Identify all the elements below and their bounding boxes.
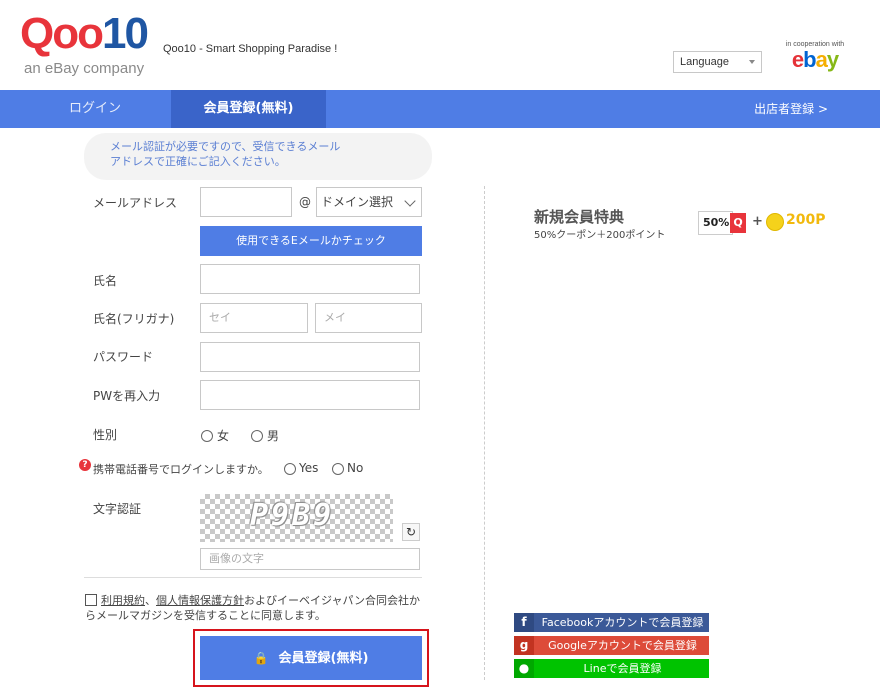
qoo10-q-icon: Q [730, 213, 746, 233]
ebay-letter-y: y [826, 47, 839, 72]
captcha-image: P9B9 [200, 494, 393, 542]
gender-female-label: 女 [217, 429, 230, 443]
plus-sign: + [752, 214, 763, 229]
ebay-logo: ebay [780, 48, 850, 72]
nav-bar: ログイン 会員登録(無料) 出店者登録 > [0, 90, 880, 128]
line-register-label: Lineで会員登録 [583, 662, 662, 675]
gender-female-radio[interactable] [201, 430, 213, 442]
agree-text: 利用規約、個人情報保護方針およびイーベイジャパン合同会社からメールマガジンを受信… [85, 593, 430, 623]
ebay-letter-b: b [803, 47, 816, 72]
help-icon[interactable]: ? [79, 459, 91, 471]
name-input[interactable] [200, 264, 420, 294]
qoo10-logo[interactable]: Qoo10 an eBay company [20, 10, 155, 80]
notice-line-1: メール認証が必要ですので、受信できるメール [110, 140, 341, 153]
domain-select-label: ドメイン選択 [321, 195, 394, 209]
column-divider [484, 186, 485, 680]
coin-icon [766, 213, 784, 231]
coupon-badge: 50% [698, 211, 734, 235]
facebook-register-label: Facebookアカウントで会員登録 [541, 616, 704, 629]
line-register-button[interactable]: ● Lineで会員登録 [514, 659, 709, 678]
register-submit-button[interactable]: 🔒 会員登録(無料) [200, 636, 422, 680]
password-confirm-label: PWを再入力 [93, 389, 161, 403]
password-confirm-input[interactable] [200, 380, 420, 410]
tab-login[interactable]: ログイン [40, 90, 150, 128]
gender-male-label: 男 [267, 429, 280, 443]
furigana-mei-input[interactable]: メイ [315, 303, 422, 333]
google-register-button[interactable]: g Googleアカウントで会員登録 [514, 636, 709, 655]
seller-register-link[interactable]: 出店者登録 > [748, 90, 828, 128]
phone-no-label: No [347, 461, 364, 475]
benefit-subtitle: 50%クーポン＋200ポイント [534, 230, 666, 241]
email-local-input[interactable] [200, 187, 292, 217]
line-icon: ● [514, 659, 534, 678]
email-notice: メール認証が必要ですので、受信できるメール アドレスで正確にご記入ください。 [84, 133, 432, 180]
google-icon: g [514, 636, 534, 655]
password-label: パスワード [93, 350, 154, 364]
domain-select[interactable]: ドメイン選択 [316, 187, 422, 217]
ebay-letter-a: a [815, 47, 828, 72]
language-select[interactable]: Language [673, 51, 762, 73]
furigana-sei-input[interactable]: セイ [200, 303, 308, 333]
phone-no-radio[interactable] [332, 463, 344, 475]
captcha-text: P9B9 [250, 498, 335, 533]
phone-yes-radio[interactable] [284, 463, 296, 475]
captcha-input[interactable]: 画像の文字 [200, 548, 420, 570]
check-email-button[interactable]: 使用できるEメールかチェック [200, 226, 422, 256]
furigana-label: 氏名(フリガナ) [93, 312, 175, 326]
gender-label: 性別 [93, 428, 118, 442]
agree-separator: 、 [145, 594, 156, 607]
language-select-label: Language [680, 56, 729, 68]
benefit-title: 新規会員特典 [534, 208, 625, 226]
points-badge: 200P [786, 212, 826, 228]
google-register-label: Googleアカウントで会員登録 [548, 639, 697, 652]
at-sign: @ [299, 195, 311, 209]
captcha-label: 文字認証 [93, 502, 142, 516]
register-submit-label: 会員登録(無料) [278, 651, 369, 666]
phone-yes-label: Yes [299, 461, 319, 475]
gender-male-radio[interactable] [251, 430, 263, 442]
email-label: メールアドレス [93, 196, 178, 210]
lock-icon: 🔒 [253, 651, 269, 665]
name-label: 氏名 [93, 274, 118, 288]
caret-down-icon [749, 60, 755, 64]
refresh-icon[interactable]: ↻ [402, 523, 420, 541]
form-divider [84, 577, 422, 578]
password-input[interactable] [200, 342, 420, 372]
logo-red-part: Qoo [20, 9, 104, 58]
logo-subtitle: an eBay company [24, 60, 145, 77]
ebay-letter-e: e [791, 47, 804, 72]
facebook-register-button[interactable]: f Facebookアカウントで会員登録 [514, 613, 709, 632]
tagline: Qoo10 - Smart Shopping Paradise ! [163, 43, 338, 55]
logo-blue-part: 10 [101, 9, 149, 58]
chevron-down-icon [404, 195, 416, 207]
phone-login-label: 携帯電話番号でログインしますか。 [93, 463, 269, 476]
header: Qoo10 an eBay company Qoo10 - Smart Shop… [0, 0, 880, 90]
facebook-icon: f [514, 613, 534, 632]
notice-line-2: アドレスで正確にご記入ください。 [110, 155, 286, 168]
privacy-link[interactable]: 個人情報保護方針 [156, 594, 244, 607]
terms-link[interactable]: 利用規約 [101, 594, 145, 607]
logo-wordmark: Qoo10 [20, 9, 149, 58]
ebay-cooperation: in cooperation with ebay [780, 41, 850, 72]
tab-register[interactable]: 会員登録(無料) [171, 90, 326, 128]
